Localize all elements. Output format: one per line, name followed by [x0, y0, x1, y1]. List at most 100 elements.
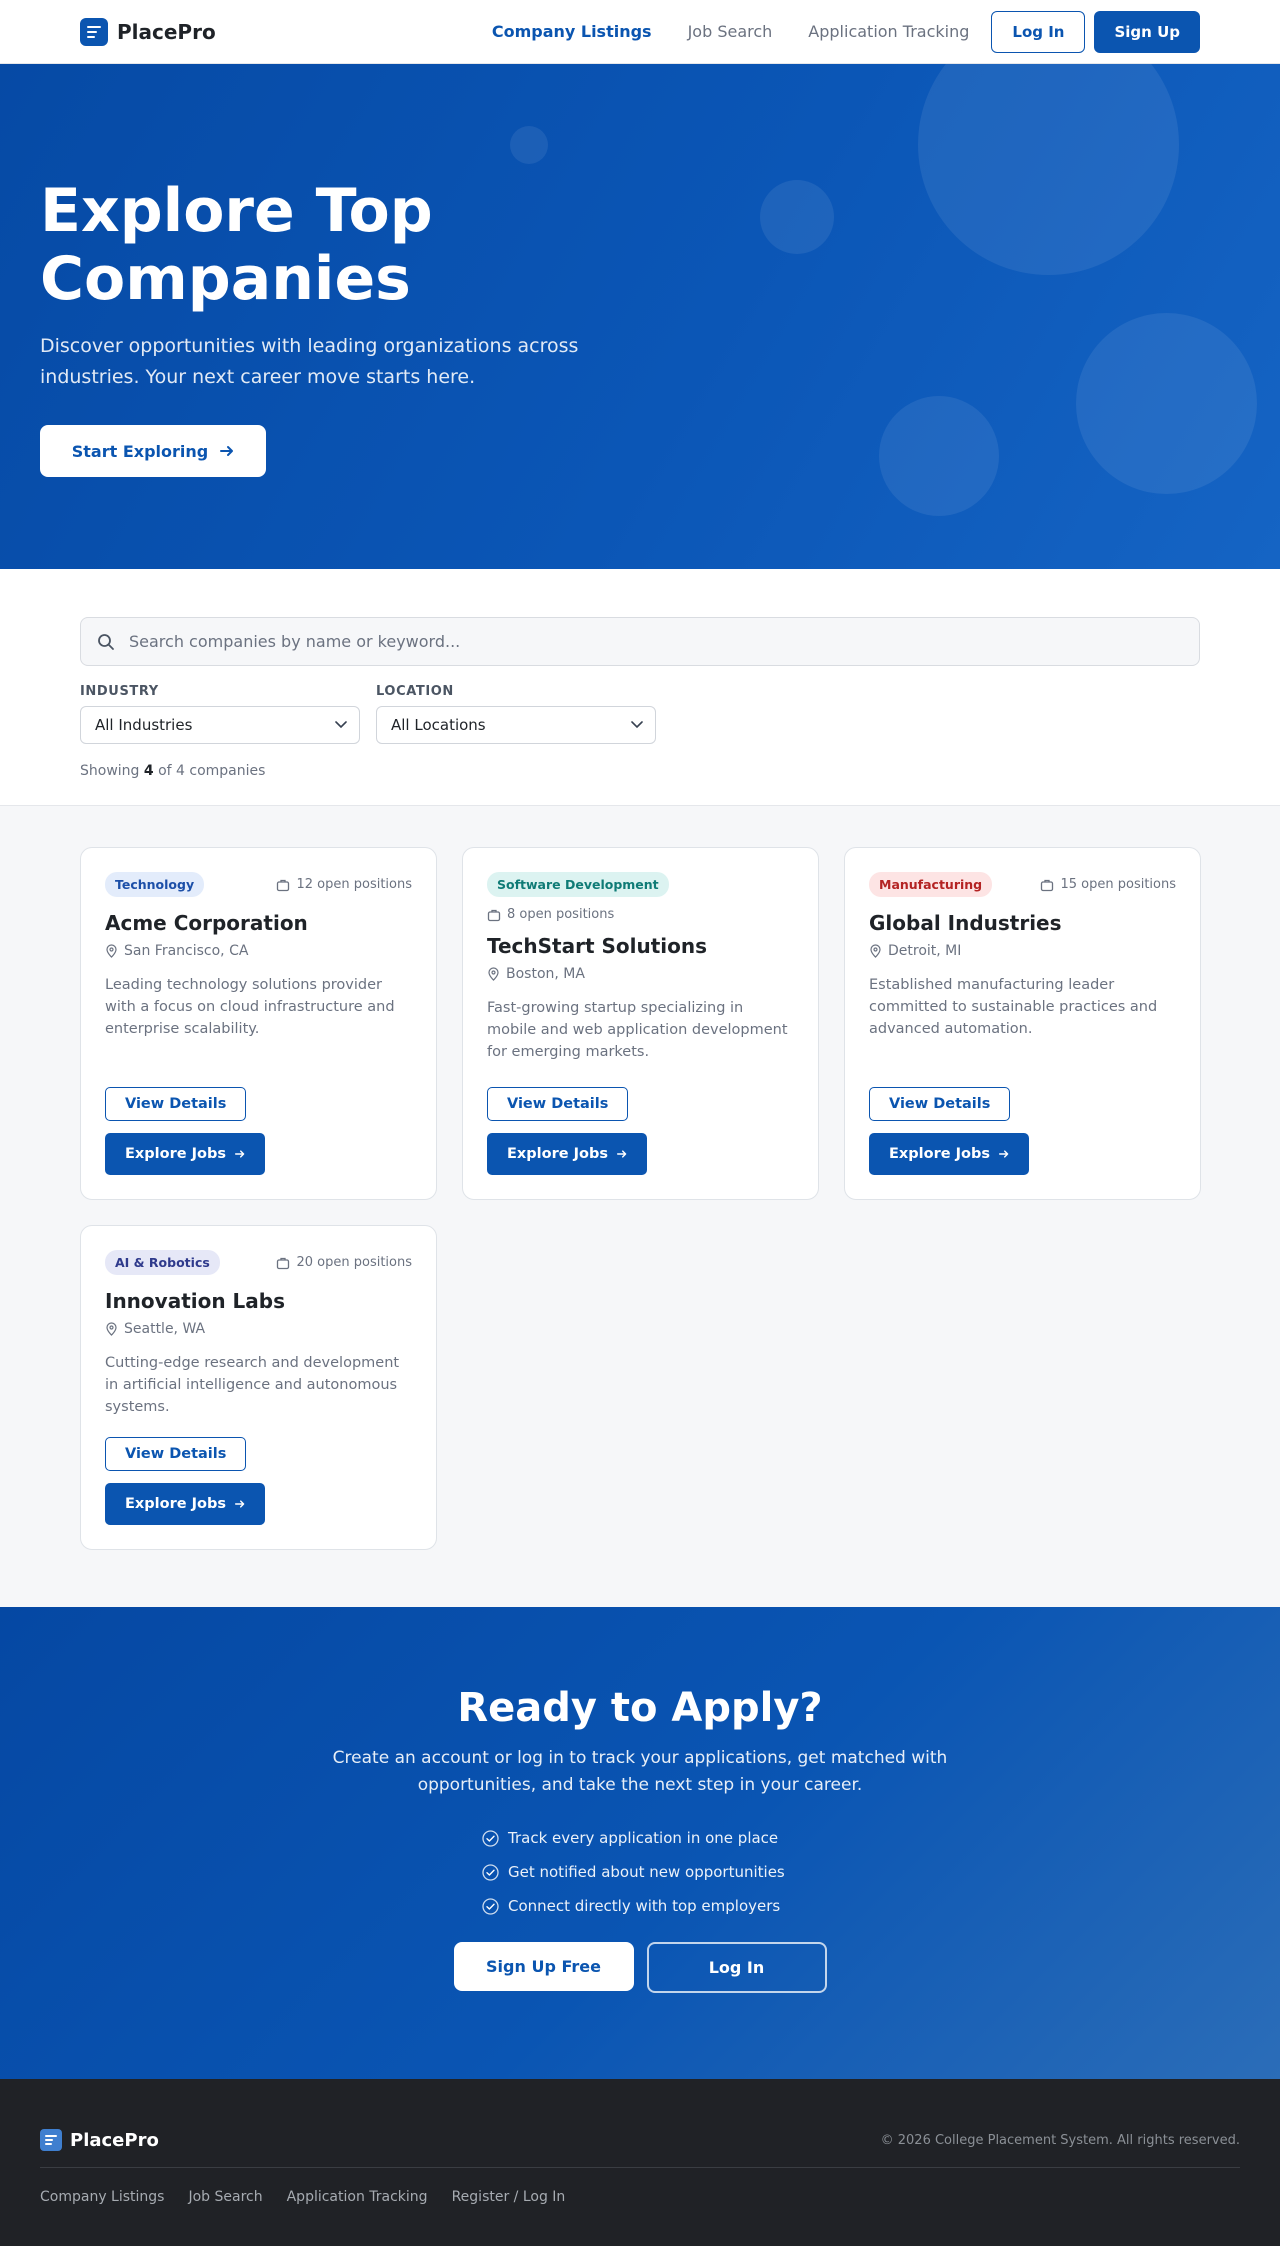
open-positions-text: 20 open positions [296, 1255, 412, 1270]
industry-badge: Technology [105, 872, 205, 897]
view-details-button[interactable]: View Details [869, 1087, 1011, 1121]
briefcase-icon [277, 1257, 290, 1269]
footer-top: PlacePro © 2026 College Placement System… [40, 2129, 1240, 2168]
footer-link-register-login[interactable]: Register / Log In [452, 2189, 566, 2205]
nav-link-job-search[interactable]: Job Search [688, 22, 773, 41]
signup-free-button[interactable]: Sign Up Free [453, 1942, 634, 1991]
cta-title: Ready to Apply? [457, 1685, 823, 1731]
brand[interactable]: PlacePro [80, 17, 216, 46]
explore-jobs-button[interactable]: Explore Jobs [869, 1133, 1029, 1175]
map-pin-icon [870, 944, 881, 958]
company-name: Global Industries [869, 911, 1062, 935]
card-actions: View Details Explore Jobs [105, 1437, 412, 1525]
arrow-right-icon [234, 1500, 245, 1508]
company-name: Acme Corporation [105, 911, 308, 935]
card-header: Technology 12 open positions [105, 872, 412, 897]
chevron-down-icon [631, 721, 643, 729]
hero-content: Explore Top Companies Discover opportuni… [40, 177, 660, 477]
cta-login-button[interactable]: Log In [646, 1942, 827, 1993]
company-name: Innovation Labs [105, 1289, 286, 1313]
briefcase-icon [277, 879, 290, 891]
open-positions-text: 12 open positions [296, 877, 412, 892]
hero-decor-circle [1076, 313, 1257, 494]
location-label: Location [376, 684, 454, 699]
showing-prefix: Showing [80, 763, 140, 779]
document-lines-icon [80, 17, 108, 46]
company-location-text: Seattle, WA [124, 1321, 206, 1337]
arrow-right-icon [998, 1150, 1009, 1158]
start-exploring-button[interactable]: Start Exploring [40, 425, 266, 477]
open-positions-text: 8 open positions [507, 907, 615, 922]
explore-jobs-label: Explore Jobs [125, 1496, 226, 1512]
open-positions: 20 open positions [276, 1255, 412, 1270]
nav-buttons: Log In Sign Up [991, 10, 1200, 53]
cta-section: Ready to Apply? Create an account or log… [0, 1607, 1280, 2079]
hero-decor-circle [918, 64, 1179, 275]
nav-link-company-listings[interactable]: Company Listings [492, 22, 652, 41]
arrow-right-icon [234, 1150, 245, 1158]
industry-select[interactable]: All Industries [80, 706, 360, 744]
industry-label: Industry [80, 684, 159, 699]
view-details-button[interactable]: View Details [487, 1087, 629, 1121]
explore-jobs-button[interactable]: Explore Jobs [105, 1133, 265, 1175]
explore-jobs-button[interactable]: Explore Jobs [487, 1133, 647, 1175]
check-circle-icon [482, 1897, 499, 1915]
explore-jobs-button[interactable]: Explore Jobs [105, 1483, 265, 1525]
location-select[interactable]: All Locations [376, 706, 656, 744]
arrow-right-icon [616, 1150, 627, 1158]
location-value: All Locations [391, 716, 486, 734]
footer-link-application-tracking[interactable]: Application Tracking [287, 2189, 428, 2205]
company-description: Fast-growing startup specializing in mob… [487, 1000, 788, 1060]
cta-feature-item: Get notified about new opportunities [482, 1855, 798, 1889]
nav-link-application-tracking[interactable]: Application Tracking [808, 22, 969, 41]
company-location: Seattle, WA [105, 1321, 412, 1337]
signup-button[interactable]: Sign Up [1094, 10, 1200, 53]
hero-decor-circle [510, 126, 548, 164]
chevron-down-icon [335, 721, 347, 729]
industry-value: All Industries [95, 716, 193, 734]
company-location: Boston, MA [487, 966, 794, 982]
view-details-button[interactable]: View Details [105, 1437, 247, 1471]
cta-feature-text: Track every application in one place [508, 1829, 779, 1847]
briefcase-icon [1041, 879, 1054, 891]
open-positions: 8 open positions [487, 907, 794, 922]
explore-jobs-label: Explore Jobs [507, 1146, 608, 1162]
company-location-text: Detroit, MI [888, 943, 962, 959]
cta-feature-list: Track every application in one place Get… [482, 1821, 798, 1923]
company-description: Cutting-edge research and development in… [105, 1355, 400, 1415]
briefcase-icon [487, 909, 501, 921]
cta-subtitle: Create an account or log in to track you… [332, 1748, 948, 1795]
company-location: Detroit, MI [869, 943, 1176, 959]
top-navbar: PlacePro Company Listings Job Search App… [0, 0, 1280, 64]
cta-feature-item: Track every application in one place [482, 1821, 798, 1855]
footer-brand-name: PlacePro [70, 2129, 159, 2151]
footer-link-job-search[interactable]: Job Search [188, 2189, 262, 2205]
hero-title: Explore Top Companies [40, 177, 660, 313]
login-button[interactable]: Log In [991, 10, 1086, 53]
explore-jobs-label: Explore Jobs [889, 1146, 990, 1162]
showing-suffix: of 4 companies [158, 763, 266, 779]
cta-buttons: Sign Up Free Log In [0, 1942, 1280, 1993]
card-header: Software Development 8 open positions [487, 872, 794, 922]
search-input[interactable] [129, 632, 1183, 651]
company-location-text: Boston, MA [506, 966, 585, 982]
brand-name: PlacePro [117, 19, 216, 44]
check-circle-icon [482, 1829, 499, 1847]
search-icon [98, 633, 114, 650]
company-card: Manufacturing 15 open positions Global I… [844, 847, 1201, 1200]
card-actions: View Details Explore Jobs [487, 1087, 794, 1175]
open-positions-text: 15 open positions [1060, 877, 1176, 892]
map-pin-icon [488, 967, 499, 981]
explore-jobs-label: Explore Jobs [125, 1146, 226, 1162]
card-actions: View Details Explore Jobs [869, 1087, 1176, 1175]
company-location: San Francisco, CA [105, 943, 412, 959]
footer-link-company-listings[interactable]: Company Listings [40, 2189, 164, 2205]
company-location-text: San Francisco, CA [124, 943, 249, 959]
card-actions: View Details Explore Jobs [105, 1087, 412, 1175]
map-pin-icon [106, 1322, 117, 1336]
footer-brand[interactable]: PlacePro [40, 2129, 159, 2151]
check-circle-icon [482, 1863, 499, 1881]
company-card: Technology 12 open positions Acme Corpor… [80, 847, 437, 1200]
view-details-button[interactable]: View Details [105, 1087, 247, 1121]
nav-links: Company Listings Job Search Application … [492, 22, 970, 41]
